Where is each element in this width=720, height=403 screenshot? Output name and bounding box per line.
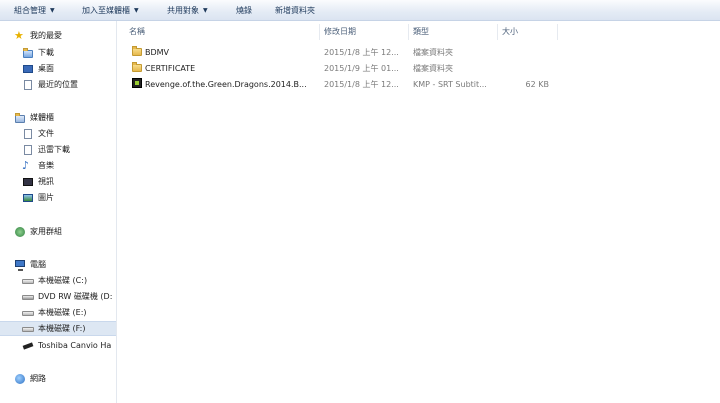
- file-type: 檔案資料夾: [413, 64, 453, 73]
- chevron-down-icon: ▼: [50, 7, 55, 14]
- file-row[interactable]: Revenge.of.the.Green.Dragons.2014.B... 2…: [129, 77, 589, 92]
- homegroup-icon: [14, 226, 26, 238]
- downloads-folder-icon: [22, 47, 34, 59]
- hard-drive-icon: [22, 307, 34, 319]
- file-name: CERTIFICATE: [145, 64, 196, 73]
- file-name: Revenge.of.the.Green.Dragons.2014.B...: [145, 80, 307, 89]
- file-size: [503, 61, 549, 76]
- nav-desktop[interactable]: 桌面: [22, 61, 114, 76]
- nav-network[interactable]: 網路: [14, 371, 114, 386]
- file-size: [503, 45, 549, 60]
- nav-toshiba[interactable]: Toshiba Canvio Ha: [22, 338, 116, 353]
- file-modified: 2015/1/8 上午 12...: [324, 80, 399, 89]
- column-header-name[interactable]: 名稱: [129, 25, 145, 39]
- column-header-modified[interactable]: 修改日期: [324, 25, 356, 39]
- dvd-drive-icon: [22, 291, 34, 303]
- recent-places-icon: [22, 79, 34, 91]
- nav-computer[interactable]: 電腦: [14, 257, 114, 272]
- thunder-downloads-icon: [22, 144, 34, 156]
- file-modified: 2015/1/8 上午 12...: [324, 48, 399, 57]
- desktop-icon: [22, 63, 34, 75]
- column-divider[interactable]: [408, 24, 409, 40]
- nav-downloads[interactable]: 下載: [22, 45, 114, 60]
- nav-drive-f[interactable]: 本機磁碟 (F:): [0, 321, 116, 336]
- nav-drive-c[interactable]: 本機磁碟 (C:): [22, 273, 116, 288]
- burn-label: 燒錄: [236, 6, 252, 15]
- system-drive-icon: [22, 275, 34, 287]
- video-icon: [22, 176, 34, 188]
- nav-pictures[interactable]: 圖片: [22, 190, 114, 205]
- share-with-label: 共用對象: [167, 6, 199, 15]
- navigation-pane: ★ 我的最愛 下載 桌面 最近的位置 媒體櫃 文件 迅雷下載 ♪ 音樂 視訊 圖片 …: [0, 21, 117, 403]
- usb-drive-icon: [22, 340, 34, 352]
- organize-label: 組合管理: [14, 6, 46, 15]
- column-divider[interactable]: [319, 24, 320, 40]
- file-size: 62 KB: [525, 80, 549, 89]
- chevron-down-icon: ▼: [134, 7, 139, 14]
- computer-icon: [14, 259, 26, 271]
- nav-documents[interactable]: 文件: [22, 126, 114, 141]
- column-divider[interactable]: [557, 24, 558, 40]
- nav-homegroup[interactable]: 家用群組: [14, 224, 114, 239]
- file-row[interactable]: CERTIFICATE 2015/1/9 上午 01... 檔案資料夾: [129, 61, 589, 76]
- nav-drive-d[interactable]: DVD RW 磁碟機 (D:: [22, 289, 116, 304]
- nav-favorites[interactable]: ★ 我的最愛: [14, 28, 114, 43]
- folder-icon: [131, 61, 143, 76]
- hard-drive-icon: [22, 323, 34, 335]
- file-row[interactable]: BDMV 2015/1/8 上午 12... 檔案資料夾: [129, 45, 589, 60]
- nav-thunder-downloads[interactable]: 迅雷下載: [22, 142, 114, 157]
- nav-drive-e[interactable]: 本機磁碟 (E:): [22, 305, 116, 320]
- pictures-icon: [22, 192, 34, 204]
- file-type: 檔案資料夾: [413, 48, 453, 57]
- share-with-button[interactable]: 共用對象 ▼: [167, 5, 208, 17]
- file-type: KMP - SRT Subtit...: [413, 80, 487, 89]
- documents-icon: [22, 128, 34, 140]
- command-bar: 組合管理 ▼ 加入至媒體櫃 ▼ 共用對象 ▼ 燒錄 新增資料夾: [0, 0, 720, 21]
- nav-libraries[interactable]: 媒體櫃: [14, 110, 114, 125]
- add-to-library-button[interactable]: 加入至媒體櫃 ▼: [82, 5, 139, 17]
- new-folder-button[interactable]: 新增資料夾: [275, 5, 315, 17]
- music-note-icon: ♪: [22, 158, 30, 172]
- file-name: BDMV: [145, 48, 170, 57]
- new-folder-label: 新增資料夾: [275, 6, 315, 15]
- chevron-down-icon: ▼: [203, 7, 208, 14]
- nav-videos[interactable]: 視訊: [22, 174, 114, 189]
- subtitle-file-icon: [131, 77, 143, 92]
- nav-recent-places[interactable]: 最近的位置: [22, 77, 114, 92]
- network-icon: [14, 373, 26, 385]
- file-list: 名稱 修改日期 類型 大小 BDMV 2015/1/8 上午 12... 檔案資…: [117, 21, 720, 403]
- column-header-size[interactable]: 大小: [502, 25, 518, 39]
- column-divider[interactable]: [497, 24, 498, 40]
- star-icon: ★: [14, 28, 24, 42]
- file-modified: 2015/1/9 上午 01...: [324, 64, 399, 73]
- organize-button[interactable]: 組合管理 ▼: [14, 5, 55, 17]
- nav-music[interactable]: ♪ 音樂: [22, 158, 114, 173]
- folder-icon: [131, 45, 143, 60]
- libraries-icon: [14, 112, 26, 124]
- add-to-library-label: 加入至媒體櫃: [82, 6, 130, 15]
- burn-button[interactable]: 燒錄: [236, 5, 252, 17]
- column-header-type[interactable]: 類型: [413, 25, 429, 39]
